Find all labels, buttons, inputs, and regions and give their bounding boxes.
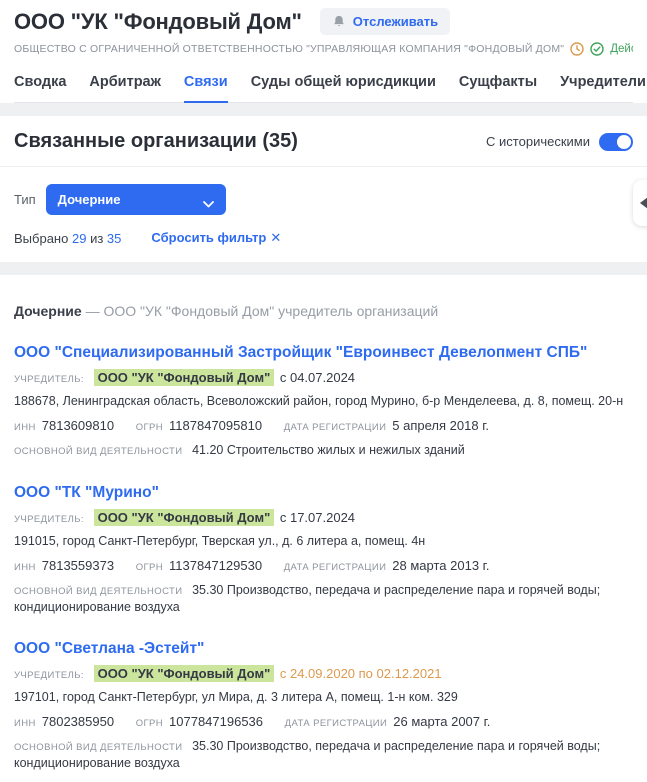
founder-highlight: ООО "УК "Фондовый Дом" [93,369,275,386]
chevron-down-icon [202,196,214,208]
track-button-label: Отслеживать [352,14,439,29]
companies-list: Дочерние — ООО "УК "Фондовый Дом" учреди… [0,275,647,782]
requisites-row: ИНН 7802385950 ОГРН 1077847196536 ДАТА РЕГ… [14,714,633,730]
founder-label: УЧРЕДИТЕЛЬ: [14,513,84,525]
company-address: 197101, город Санкт-Петербург, ул Мира, … [14,690,458,705]
founder-highlight: ООО "УК "Фондовый Дом" [93,665,275,683]
inn-value: 7813559373 [41,557,115,573]
company-card: ООО "Светлана -Эстейт" УЧРЕДИТЕЛЬ: ООО "… [14,640,633,771]
founder-row: УЧРЕДИТЕЛЬ: ООО "УК "Фондовый Дом" с 04.… [14,369,633,386]
activity-label: ОСНОВНОЙ ВИД ДЕЯТЕЛЬНОСТИ [14,742,183,754]
related-organizations-panel: Связанные организации (35) С исторически… [0,116,647,262]
clock-icon [570,42,584,56]
track-button[interactable]: Отслеживать [319,8,451,35]
page-title: ООО "УК "Фондовый Дом" [14,8,302,34]
tab-arbitrazh[interactable]: Арбитраж [89,64,161,103]
reg-date-label: ДАТА РЕГИСТРАЦИИ [284,718,388,729]
side-panel-collapse-button[interactable] [633,180,647,226]
inn-label: ИНН [14,421,36,433]
company-name-link[interactable]: ООО "ТК "Мурино" [14,484,159,502]
reg-date-value: 26 марта 2007 г. [393,714,491,729]
reg-date-value: 5 апреля 2018 г. [392,417,489,433]
type-filter-select[interactable]: Дочерние [45,184,226,215]
company-name-link[interactable]: ООО "Светлана -Эстейт" [14,640,204,658]
inn-label: ИНН [14,718,36,729]
section-title: Связанные организации (35) [14,130,298,152]
activity-row: ОСНОВНОЙ ВИД ДЕЯТЕЛЬНОСТИ 35.30 Производ… [14,738,633,771]
reg-date-label: ДАТА РЕГИСТРАЦИИ [283,561,387,573]
close-icon: ✕ [270,230,282,245]
founder-row: УЧРЕДИТЕЛЬ: ООО "УК "Фондовый Дом" с 17.… [14,508,633,526]
inn-label: ИНН [14,561,36,573]
list-heading: Дочерние — ООО "УК "Фондовый Дом" учреди… [14,303,633,319]
ogrn-value: 1077847196536 [169,714,264,729]
status-badge: Действующая организация [610,43,633,55]
ogrn-value: 1187847095810 [169,417,263,433]
historical-toggle[interactable] [599,132,633,151]
arrow-left-icon [640,197,647,209]
tab-sudy-obshchey-yurisdiktsii[interactable]: Суды общей юрисдикции [251,64,436,103]
company-name-link[interactable]: ООО "Специализированный Застройщик "Евро… [14,344,587,362]
tab-bar: Сводка Арбитраж Связи Суды общей юрисдик… [14,64,646,103]
selected-of: из [90,230,104,246]
type-filter-value: Дочерние [57,192,121,207]
activity-row: ОСНОВНОЙ ВИД ДЕЯТЕЛЬНОСТИ 35.30 Производ… [14,582,633,615]
requisites-row: ИНН 7813609810 ОГРН 1187847095810 ДАТА РЕГ… [14,418,633,434]
toggle-knob [617,134,631,149]
company-card: ООО "ТК "Мурино" УЧРЕДИТЕЛЬ: ООО "УК "Фо… [14,484,633,615]
company-header: ООО "УК "Фондовый Дом" Отслеживать ОБЩЕС… [0,0,647,103]
company-full-name: ОБЩЕСТВО С ОГРАНИЧЕННОЙ ОТВЕТСТВЕННОСТЬЮ… [14,43,565,55]
founder-period: с 17.07.2024 [279,509,356,525]
reg-date-value: 28 марта 2013 г. [392,557,490,573]
tab-suschfakty[interactable]: Сущфакты [459,64,537,103]
requisites-row: ИНН 7813559373 ОГРН 1137847129530 ДАТА РЕГ… [14,558,633,574]
tab-uchrediteli[interactable]: Учредители [560,64,646,103]
company-card: ООО "Специализированный Застройщик "Евро… [14,344,633,459]
selected-total: 35 [106,230,122,246]
inn-value: 7802385950 [41,714,115,729]
founder-label: УЧРЕДИТЕЛЬ: [14,670,84,682]
inn-value: 7813609810 [41,417,115,433]
divider [0,166,647,167]
activity-value: 41.20 Строительство жилых и нежилых здан… [192,443,465,458]
reg-date-label: ДАТА РЕГИСТРАЦИИ [283,421,387,433]
clear-filter-label: Сбросить фильтр [151,230,267,245]
ogrn-label: ОГРН [135,561,164,573]
founder-label: УЧРЕДИТЕЛЬ: [14,374,84,385]
tab-svodka[interactable]: Сводка [14,64,66,103]
founder-row: УЧРЕДИТЕЛЬ: ООО "УК "Фондовый Дом" с 24.… [14,665,633,683]
ogrn-value: 1137847129530 [169,557,263,573]
activity-label: ОСНОВНОЙ ВИД ДЕЯТЕЛЬНОСТИ [14,446,183,458]
company-address: 191015, город Санкт-Петербург, Тверская … [14,534,426,548]
check-circle-icon [590,42,604,56]
activity-label: ОСНОВНОЙ ВИД ДЕЯТЕЛЬНОСТИ [14,585,183,597]
type-filter-label: Тип [14,192,36,207]
selected-count: 29 [71,230,87,246]
ogrn-label: ОГРН [135,718,164,729]
tab-svyazi[interactable]: Связи [183,64,228,103]
company-address: 188678, Ленинградская область, Всеволожс… [14,394,624,409]
activity-row: ОСНОВНОЙ ВИД ДЕЯТЕЛЬНОСТИ 41.20 Строител… [14,442,633,459]
clear-filter-button[interactable]: Сбросить фильтр ✕ [151,230,281,246]
bell-icon [332,14,346,29]
historical-toggle-label: С историческими [486,134,590,149]
founder-period: с 04.07.2024 [279,370,356,385]
list-heading-type: Дочерние [14,303,82,319]
selected-prefix: Выбрано [14,230,69,246]
founder-highlight: ООО "УК "Фондовый Дом" [93,508,275,526]
list-heading-description: — ООО "УК "Фондовый Дом" учредитель орга… [85,303,439,319]
ogrn-label: ОГРН [135,421,164,433]
